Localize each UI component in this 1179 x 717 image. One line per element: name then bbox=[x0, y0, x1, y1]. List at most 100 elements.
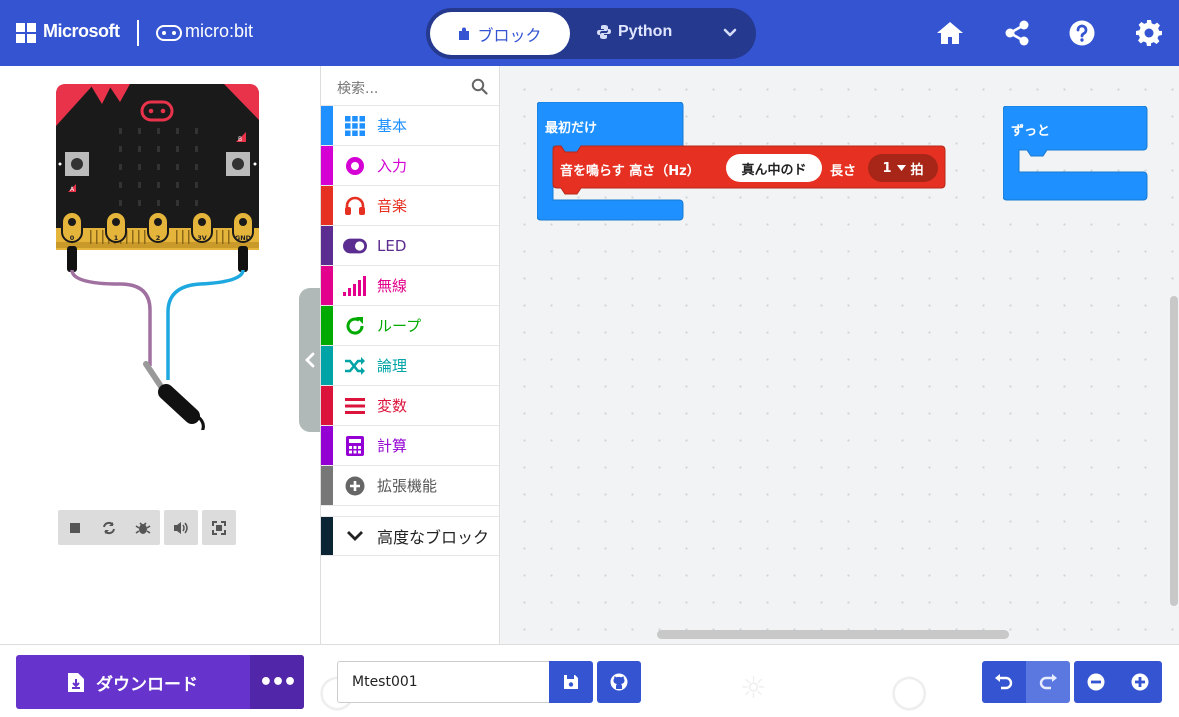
download-file-icon bbox=[68, 672, 84, 692]
calculator-icon bbox=[346, 435, 364, 456]
redo-icon bbox=[1039, 674, 1057, 690]
save-icon bbox=[564, 675, 578, 689]
zoom-out-icon bbox=[1087, 673, 1105, 691]
editor-mode-switch: ブロック Python bbox=[426, 8, 756, 59]
category-label: 変数 bbox=[377, 397, 408, 415]
blocks-mode-button[interactable]: ブロック bbox=[430, 12, 570, 55]
pin-1-label: 1 bbox=[114, 234, 119, 242]
beat-unit: 拍 bbox=[910, 162, 924, 178]
category-label: 高度なブロック bbox=[377, 528, 490, 547]
search-input[interactable]: 検索... bbox=[337, 78, 378, 98]
category-music[interactable]: 音楽 bbox=[321, 186, 499, 226]
github-button[interactable] bbox=[597, 661, 641, 703]
microbit-logo-icon bbox=[156, 25, 182, 41]
category-led[interactable]: LED bbox=[321, 226, 499, 266]
undo-button[interactable] bbox=[982, 661, 1026, 703]
collapse-simulator-button[interactable] bbox=[299, 288, 321, 432]
workspace-horizontal-scrollbar[interactable] bbox=[657, 630, 1009, 639]
toolbox-search[interactable]: 検索... bbox=[321, 66, 499, 106]
forever-label: ずっと bbox=[1011, 124, 1051, 139]
loop-icon bbox=[346, 316, 364, 335]
mute-button[interactable] bbox=[164, 510, 198, 545]
debug-icon bbox=[135, 521, 151, 534]
save-button[interactable] bbox=[549, 661, 593, 703]
download-label: ダウンロード bbox=[96, 674, 198, 695]
grid-icon bbox=[345, 115, 365, 136]
stop-button[interactable] bbox=[58, 510, 92, 545]
microbit-brand[interactable]: micro:bit bbox=[185, 21, 253, 42]
button-b-label: B bbox=[238, 136, 242, 143]
play-tone-label: 音を鳴らす 高さ（Hz） bbox=[560, 164, 700, 179]
category-math[interactable]: 計算 bbox=[321, 426, 499, 466]
pin-gnd-label: GND bbox=[235, 234, 252, 242]
category-basic[interactable]: 基本 bbox=[321, 106, 499, 146]
search-icon[interactable] bbox=[471, 78, 488, 95]
category-label: LED bbox=[377, 236, 407, 255]
project-name-input[interactable] bbox=[337, 661, 549, 703]
beat-dropdown[interactable]: 1 拍 bbox=[868, 154, 938, 182]
category-label: 基本 bbox=[377, 117, 408, 135]
on-start-label: 最初だけ bbox=[545, 121, 598, 136]
share-icon[interactable] bbox=[1002, 18, 1032, 48]
fullscreen-button[interactable] bbox=[202, 510, 236, 545]
header: Microsoft micro:bit ブロック Python bbox=[0, 0, 1179, 66]
undo-icon bbox=[995, 674, 1013, 690]
pin-0-label: 0 bbox=[70, 234, 75, 242]
category-label: ループ bbox=[377, 317, 422, 335]
chevron-down-icon[interactable] bbox=[720, 22, 740, 42]
restart-button[interactable] bbox=[92, 510, 126, 545]
blocks-mode-label: ブロック bbox=[477, 25, 542, 45]
zoom-out-button[interactable] bbox=[1074, 661, 1118, 703]
chevron-left-icon bbox=[305, 352, 315, 368]
restart-icon bbox=[103, 521, 115, 534]
fullscreen-icon bbox=[212, 520, 226, 535]
more-options-button[interactable]: ••• bbox=[250, 655, 304, 709]
microsoft-logo-icon bbox=[16, 23, 36, 43]
category-loops[interactable]: ループ bbox=[321, 306, 499, 346]
category-label: 論理 bbox=[377, 357, 408, 375]
download-button[interactable]: ダウンロード bbox=[16, 655, 250, 709]
bottom-toolbar: ○ ○ ☼ ダウンロード ••• bbox=[0, 644, 1179, 717]
category-input[interactable]: 入力 bbox=[321, 146, 499, 186]
category-label: 入力 bbox=[377, 157, 408, 175]
background-decoration: ○ bbox=[890, 665, 929, 716]
simulator-panel: A B 0 1 2 3V GND bbox=[0, 66, 320, 644]
category-variables[interactable]: 変数 bbox=[321, 386, 499, 426]
toolbox: 検索... 基本 入力 音楽 LED 無線 ループ 論理 変数 計算 拡張機能 … bbox=[320, 66, 500, 644]
python-mode-label: Python bbox=[618, 23, 673, 40]
redo-button[interactable] bbox=[1026, 661, 1070, 703]
category-radio[interactable]: 無線 bbox=[321, 266, 499, 306]
category-label: 計算 bbox=[377, 437, 408, 455]
simulator-controls bbox=[58, 510, 236, 545]
debug-button[interactable] bbox=[126, 510, 160, 545]
pin-2-label: 2 bbox=[156, 234, 161, 242]
gear-icon[interactable] bbox=[1134, 18, 1164, 48]
microbit-board[interactable]: A B 0 1 2 3V GND bbox=[50, 80, 270, 430]
home-icon[interactable] bbox=[935, 18, 965, 48]
toggle-icon bbox=[343, 238, 367, 253]
github-icon bbox=[610, 673, 628, 691]
category-logic[interactable]: 論理 bbox=[321, 346, 499, 386]
note-input[interactable]: 真ん中のド bbox=[726, 154, 822, 182]
category-label: 拡張機能 bbox=[377, 477, 438, 495]
brand-divider bbox=[137, 20, 139, 46]
headphones-icon bbox=[345, 196, 365, 215]
zoom-in-icon bbox=[1131, 673, 1149, 691]
duration-label: 長さ bbox=[830, 164, 857, 179]
workspace-vertical-scrollbar[interactable] bbox=[1170, 296, 1178, 606]
help-icon[interactable] bbox=[1067, 18, 1097, 48]
python-icon bbox=[597, 25, 611, 39]
target-icon bbox=[346, 156, 364, 175]
puzzle-icon bbox=[459, 27, 470, 40]
microsoft-brand: Microsoft bbox=[43, 21, 120, 41]
category-advanced[interactable]: 高度なブロック bbox=[321, 516, 499, 556]
caret-down-icon bbox=[896, 165, 906, 171]
download-button-group: ダウンロード ••• bbox=[16, 655, 304, 709]
plus-circle-icon bbox=[345, 476, 365, 495]
list-icon bbox=[345, 397, 365, 414]
python-mode-button[interactable]: Python bbox=[596, 23, 672, 41]
stop-icon bbox=[70, 522, 80, 533]
mute-icon bbox=[174, 521, 188, 534]
category-extensions[interactable]: 拡張機能 bbox=[321, 466, 499, 506]
zoom-in-button[interactable] bbox=[1118, 661, 1162, 703]
